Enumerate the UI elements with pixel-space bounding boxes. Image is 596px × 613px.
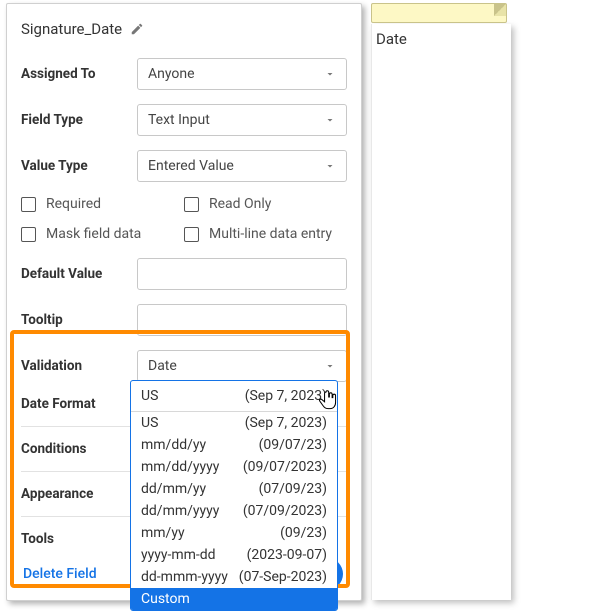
required-checkbox[interactable]: [21, 197, 36, 212]
date-format-option[interactable]: dd/mm/yy (07/09/23): [131, 478, 337, 500]
date-format-option-fmt: yyyy-mm-dd: [141, 547, 216, 563]
field-type-label: Field Type: [21, 112, 129, 128]
multiline-label: Multi-line data entry: [209, 226, 332, 242]
chevron-down-icon: [324, 68, 336, 80]
date-format-option[interactable]: US (Sep 7, 2023): [131, 412, 337, 434]
default-value-label: Default Value: [21, 266, 129, 282]
validation-value: Date: [148, 358, 177, 374]
date-format-option-fmt: mm/dd/yyyy: [141, 459, 219, 475]
default-value-input[interactable]: [137, 258, 347, 290]
date-format-option-example: (07/09/23): [259, 481, 327, 497]
date-format-option-example: (07/09/2023): [243, 503, 327, 519]
date-format-option[interactable]: mm/yy (09/23): [131, 522, 337, 544]
read-only-label: Read Only: [209, 196, 271, 212]
validation-label: Validation: [21, 358, 129, 374]
multiline-checkbox[interactable]: [184, 227, 199, 242]
date-format-option-fmt: US: [141, 415, 158, 431]
tooltip-input[interactable]: [137, 304, 347, 336]
field-name-title: Signature_Date: [21, 20, 122, 38]
date-format-option-example: (07-Sep-2023): [239, 569, 327, 585]
assigned-to-select[interactable]: Anyone: [137, 58, 347, 90]
date-format-selected-example: (Sep 7, 2023): [245, 388, 327, 404]
date-format-option-fmt: dd-mmm-yyyy: [141, 569, 228, 585]
value-type-label: Value Type: [21, 158, 129, 174]
date-format-option-example: (09/23): [280, 525, 327, 541]
delete-field-link[interactable]: Delete Field: [23, 566, 97, 582]
date-format-option[interactable]: mm/dd/yyyy (09/07/2023): [131, 456, 337, 478]
value-type-select[interactable]: Entered Value: [137, 150, 347, 182]
date-format-option[interactable]: dd/mm/yyyy (07/09/2023): [131, 500, 337, 522]
date-format-label: Date Format: [21, 396, 129, 412]
value-type-value: Entered Value: [148, 158, 234, 174]
date-format-option-fmt: Custom: [141, 591, 190, 607]
chevron-down-icon: [324, 160, 336, 172]
chevron-down-icon: [324, 360, 336, 372]
date-format-option-fmt: mm/dd/yy: [141, 437, 206, 453]
date-format-option[interactable]: mm/dd/yy (09/07/23): [131, 434, 337, 456]
side-panel: [371, 24, 511, 600]
date-format-option-fmt: dd/mm/yyyy: [141, 503, 219, 519]
side-date-label: Date: [376, 30, 407, 48]
date-format-selected[interactable]: US (Sep 7, 2023): [131, 381, 337, 412]
date-format-option-example: (Sep 7, 2023): [245, 415, 327, 431]
tooltip-label: Tooltip: [21, 312, 129, 328]
date-format-option[interactable]: yyyy-mm-dd (2023-09-07): [131, 544, 337, 566]
date-format-option-example: (09/07/23): [259, 437, 327, 453]
date-format-option-fmt: dd/mm/yy: [141, 481, 206, 497]
date-format-selected-fmt: US: [141, 388, 158, 404]
assigned-to-label: Assigned To: [21, 66, 129, 82]
sticky-note-fold: [494, 4, 506, 16]
read-only-checkbox[interactable]: [184, 197, 199, 212]
date-format-dropdown[interactable]: US (Sep 7, 2023) US (Sep 7, 2023) mm/dd/yy…: [130, 380, 338, 611]
field-type-select[interactable]: Text Input: [137, 104, 347, 136]
date-format-option-fmt: mm/yy: [141, 525, 185, 541]
date-format-option[interactable]: dd-mmm-yyyy (07-Sep-2023): [131, 566, 337, 588]
chevron-down-icon: [324, 114, 336, 126]
assigned-to-value: Anyone: [148, 66, 195, 82]
required-label: Required: [46, 196, 101, 212]
date-format-option[interactable]: Custom: [131, 588, 337, 610]
sticky-note: [371, 3, 507, 23]
mask-field-label: Mask field data: [46, 226, 141, 242]
validation-select[interactable]: Date: [137, 350, 347, 382]
field-type-value: Text Input: [148, 112, 210, 128]
mask-field-checkbox[interactable]: [21, 227, 36, 242]
date-format-option-example: (09/07/2023): [243, 459, 327, 475]
date-format-option-example: (2023-09-07): [247, 547, 327, 563]
edit-icon[interactable]: [130, 22, 144, 36]
